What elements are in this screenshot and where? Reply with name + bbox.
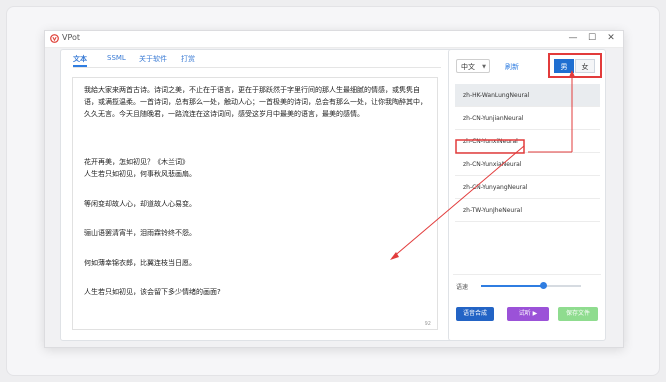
gender-arrow-head [569,70,575,77]
voice-highlight-box [455,139,525,154]
annotation-arrow-line [391,145,525,259]
annotation-layer [390,70,575,260]
